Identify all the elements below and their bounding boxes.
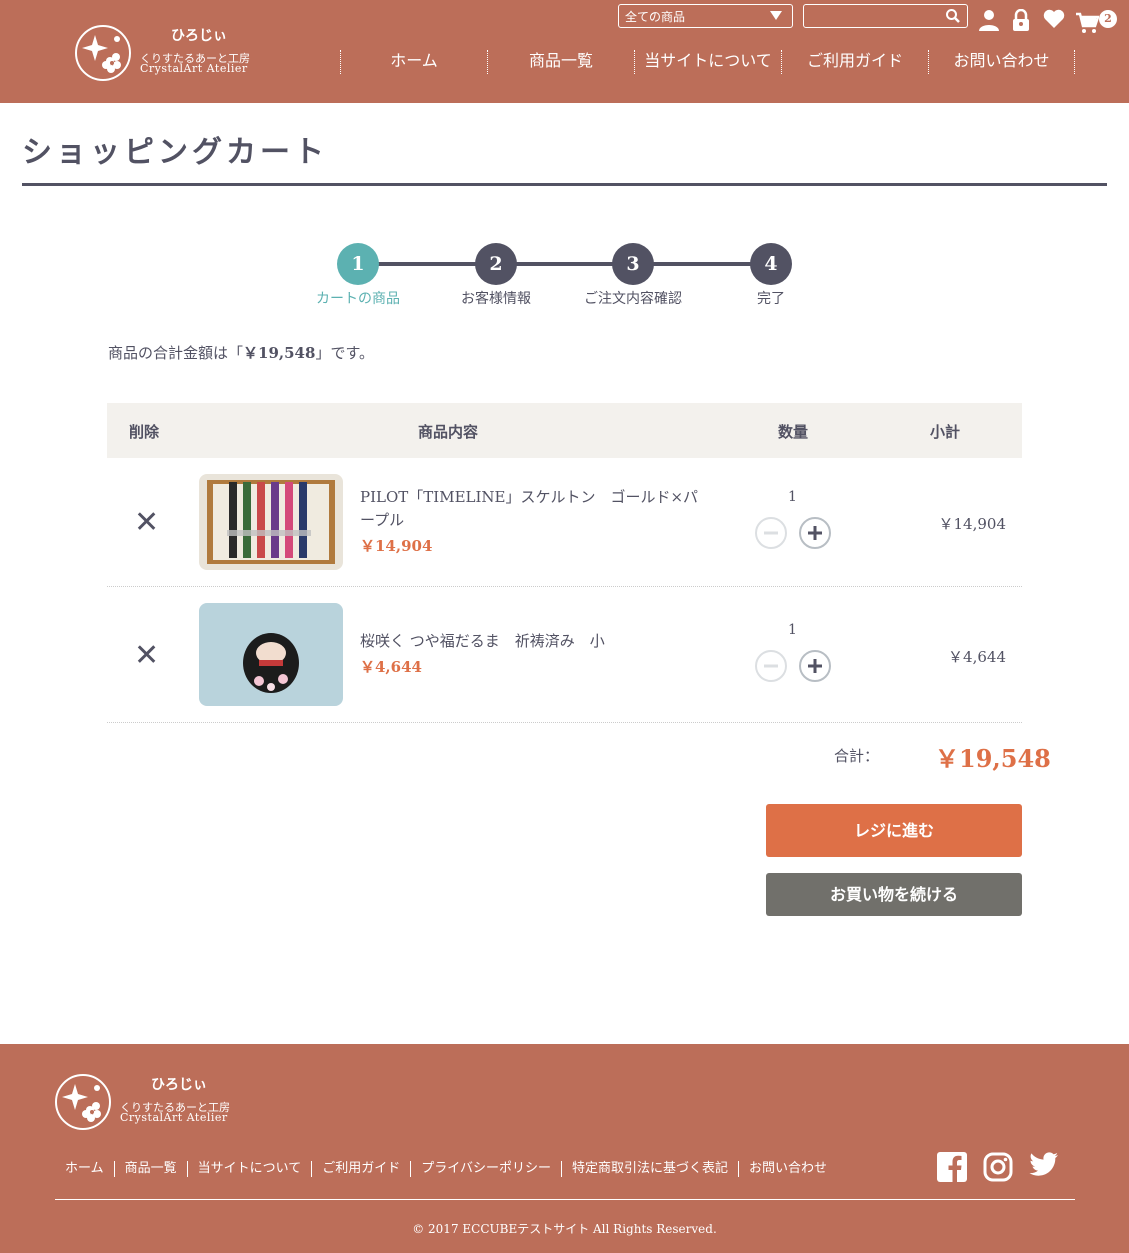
total-message-prefix: 商品の合計金額は「 [108,344,244,362]
total-value: ￥19,548 [935,744,1051,773]
cart-table-header: 削除 商品内容 数量 小計 [107,403,1022,458]
logo-hiroji: ひろじぃ [171,28,227,44]
footer-link-guide[interactable]: ご利用ガイド [311,1161,410,1177]
step-label: お客様情報 [461,291,531,307]
footer-link-about[interactable]: 当サイトについて [186,1161,312,1177]
instagram-icon[interactable] [983,1152,1013,1186]
quantity-minus-button[interactable] [755,650,787,682]
item-subtotal: ￥4,644 [948,648,1006,666]
product-image[interactable] [199,474,343,570]
step-label: カートの商品 [316,291,400,307]
footer-links: ホーム 商品一覧 当サイトについて ご利用ガイド プライバシーポリシー 特定商取… [55,1161,837,1177]
total-message-suffix: 」です。 [315,344,374,362]
logo-emblem-icon [75,25,131,81]
nav-item-guide[interactable]: ご利用ガイド [781,50,928,74]
header-quantity: 数量 [778,423,809,441]
footer-link-contact[interactable]: お問い合わせ [738,1161,837,1177]
footer-logo[interactable]: ひろじぃ くりすたるあーと工房 CrystalArt Atelier [55,1074,230,1134]
nav-item-contact[interactable]: お問い合わせ [928,50,1075,74]
delete-item-icon[interactable]: ✕ [134,508,159,538]
total-label: 合計： [834,747,880,765]
header-subtotal: 小計 [930,423,961,441]
site-header: ひろじぃ くりすたるあーと工房 CrystalArt Atelier 全ての商品… [0,0,1129,103]
cart-count-badge: 2 [1099,10,1117,28]
step-number: 2 [475,243,517,285]
step-customer-info: 2 お客様情報 [426,243,566,308]
heart-icon[interactable] [1043,9,1065,33]
quantity-value: 1 [788,489,797,505]
copyright: © 2017 ECCUBEテストサイト All Rights Reserved. [412,1222,717,1236]
footer-link-privacy[interactable]: プライバシーポリシー [410,1161,561,1177]
step-confirm: 3 ご注文内容確認 [563,243,703,308]
category-select[interactable]: 全ての商品 [618,4,793,28]
quantity-minus-button[interactable] [755,517,787,549]
step-label: ご注文内容確認 [584,291,682,307]
item-subtotal: ￥14,904 [938,515,1007,533]
chevron-down-icon [770,11,782,20]
step-number: 4 [750,243,792,285]
checkout-button[interactable]: レジに進む [766,804,1022,857]
header-product: 商品内容 [418,423,479,441]
product-name[interactable]: PILOT「TIMELINE」スケルトン ゴールド×パープル [360,486,700,532]
header-delete: 削除 [129,423,160,441]
user-icon[interactable] [978,9,1000,35]
step-label: 完了 [757,291,785,307]
step-cart: 1 カートの商品 [288,243,428,308]
delete-item-icon[interactable]: ✕ [134,641,159,671]
cart-row: ✕ PILOT「TIMELINE」スケルトン ゴールド×パープル ￥14,904… [107,458,1022,587]
facebook-icon[interactable] [937,1152,967,1186]
nav-item-home[interactable]: ホーム [340,50,487,74]
site-logo[interactable]: ひろじぃ くりすたるあーと工房 CrystalArt Atelier [75,25,250,85]
step-complete: 4 完了 [701,243,841,308]
logo-hiroji: ひろじぃ [151,1077,207,1093]
logo-english: CrystalArt Atelier [140,62,248,75]
continue-shopping-button[interactable]: お買い物を続ける [766,873,1022,916]
category-select-value: 全ての商品 [625,10,686,24]
quantity-plus-button[interactable] [799,650,831,682]
footer-link-tokushoho[interactable]: 特定商取引法に基づく表記 [561,1161,738,1177]
product-price: ￥4,644 [360,658,422,676]
page-title: ショッピングカート [22,135,328,170]
lock-icon[interactable] [1012,8,1030,35]
global-nav: ホーム 商品一覧 当サイトについて ご利用ガイド お問い合わせ [340,50,1075,74]
total-message-amount: ￥19,548 [243,344,316,362]
search-input[interactable] [803,4,968,28]
product-price: ￥14,904 [360,537,433,555]
cart-total-message: 商品の合計金額は「￥19,548」です。 [108,342,374,363]
footer-divider [55,1199,1075,1200]
step-number: 3 [612,243,654,285]
logo-english: CrystalArt Atelier [120,1111,228,1124]
nav-item-products[interactable]: 商品一覧 [487,50,634,74]
title-divider [22,183,1107,186]
quantity-plus-button[interactable] [799,517,831,549]
cart-icon[interactable] [1075,12,1100,38]
logo-emblem-icon [55,1074,111,1130]
product-name[interactable]: 桜咲く つや福だるま 祈祷済み 小 [360,630,700,653]
twitter-icon[interactable] [1029,1152,1059,1182]
search-icon[interactable] [945,8,961,28]
product-image[interactable] [199,603,343,706]
footer-link-products[interactable]: 商品一覧 [113,1161,187,1177]
step-number: 1 [337,243,379,285]
footer-link-home[interactable]: ホーム [55,1161,114,1177]
quantity-value: 1 [788,622,797,638]
nav-item-about[interactable]: 当サイトについて [634,50,781,74]
cart-row: ✕ 桜咲く つや福だるま 祈祷済み 小 ￥4,644 1 ￥4,644 [107,587,1022,723]
site-footer: ひろじぃ くりすたるあーと工房 CrystalArt Atelier ホーム 商… [0,1044,1129,1253]
